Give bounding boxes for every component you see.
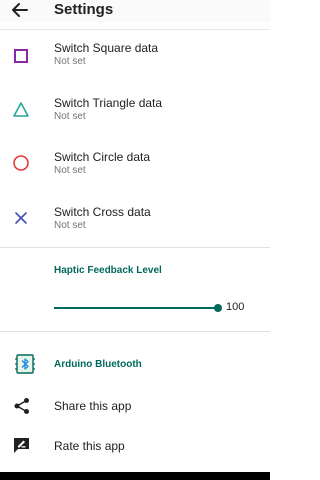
pref-title: Switch Circle data	[54, 150, 151, 164]
back-arrow-icon[interactable]	[10, 1, 30, 19]
pref-title: Switch Cross data	[54, 205, 151, 219]
pref-summary: Not set	[54, 111, 86, 122]
pref-switch-square[interactable]: Switch Square data Not set	[0, 34, 270, 88]
cross-icon	[11, 208, 31, 228]
toolbar: Settings	[0, 0, 270, 22]
slider-thumb[interactable]	[214, 304, 222, 312]
rate-icon	[12, 436, 32, 456]
pref-title: Switch Square data	[54, 41, 159, 55]
share-app-item[interactable]: Share this app	[0, 386, 270, 426]
triangle-icon	[11, 100, 31, 120]
slider-value: 100	[226, 301, 245, 313]
circle-icon	[11, 153, 31, 173]
square-icon	[11, 46, 31, 66]
arduino-bluetooth-item[interactable]: Arduino Bluetooth	[0, 344, 270, 384]
bluetooth-icon	[13, 352, 37, 376]
arduino-bluetooth-label: Arduino Bluetooth	[54, 359, 142, 370]
pref-switch-cross[interactable]: Switch Cross data Not set	[0, 197, 270, 251]
slider-track[interactable]	[54, 307, 218, 309]
rate-app-item[interactable]: Rate this app	[0, 426, 270, 466]
haptic-feedback-title: Haptic Feedback Level	[54, 265, 162, 276]
pref-switch-circle[interactable]: Switch Circle data Not set	[0, 143, 270, 197]
section-divider	[0, 331, 270, 332]
pref-switch-triangle[interactable]: Switch Triangle data Not set	[0, 89, 270, 143]
section-divider	[0, 247, 270, 248]
pref-summary: Not set	[54, 165, 86, 176]
system-nav-bar	[0, 472, 270, 480]
toolbar-divider	[0, 29, 270, 30]
share-app-label: Share this app	[54, 399, 132, 413]
rate-app-label: Rate this app	[54, 439, 125, 453]
pref-summary: Not set	[54, 56, 86, 67]
pref-summary: Not set	[54, 220, 86, 231]
pref-title: Switch Triangle data	[54, 96, 163, 110]
share-icon	[12, 396, 32, 416]
page-title: Settings	[54, 1, 114, 18]
